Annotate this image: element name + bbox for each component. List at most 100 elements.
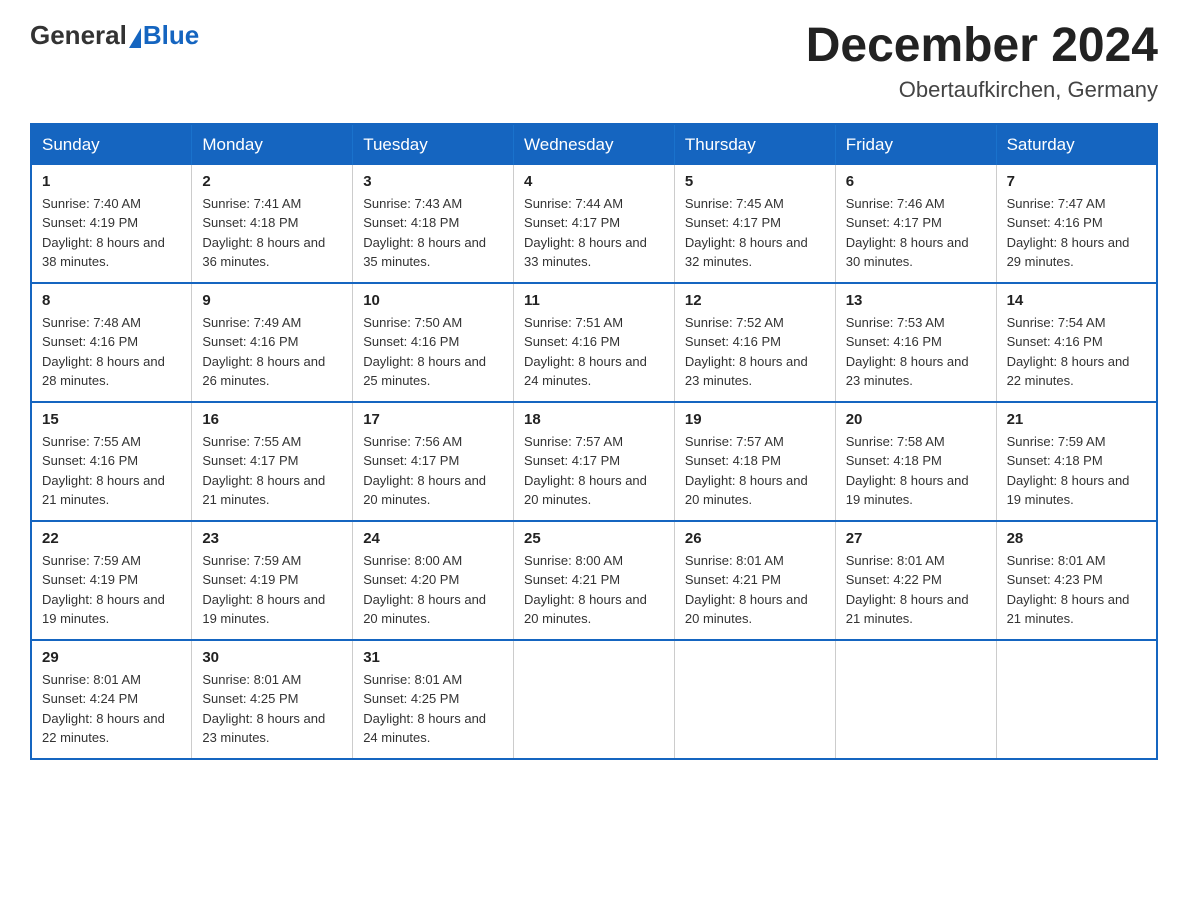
column-header-friday: Friday bbox=[835, 124, 996, 165]
day-info: Sunrise: 7:51 AMSunset: 4:16 PMDaylight:… bbox=[524, 313, 664, 391]
day-info: Sunrise: 7:59 AMSunset: 4:19 PMDaylight:… bbox=[42, 551, 181, 629]
calendar-week-row: 1 Sunrise: 7:40 AMSunset: 4:19 PMDaylight… bbox=[31, 165, 1157, 283]
day-number: 8 bbox=[42, 292, 181, 309]
day-info: Sunrise: 7:59 AMSunset: 4:18 PMDaylight:… bbox=[1007, 432, 1146, 510]
day-info: Sunrise: 7:58 AMSunset: 4:18 PMDaylight:… bbox=[846, 432, 986, 510]
calendar-day-cell: 4 Sunrise: 7:44 AMSunset: 4:17 PMDaylight… bbox=[514, 165, 675, 283]
column-header-thursday: Thursday bbox=[674, 124, 835, 165]
day-info: Sunrise: 7:55 AMSunset: 4:17 PMDaylight:… bbox=[202, 432, 342, 510]
calendar-day-cell: 23 Sunrise: 7:59 AMSunset: 4:19 PMDayligh… bbox=[192, 521, 353, 640]
logo-general-text: General bbox=[30, 20, 127, 51]
calendar-day-cell: 25 Sunrise: 8:00 AMSunset: 4:21 PMDayligh… bbox=[514, 521, 675, 640]
calendar-day-cell: 3 Sunrise: 7:43 AMSunset: 4:18 PMDaylight… bbox=[353, 165, 514, 283]
day-info: Sunrise: 7:55 AMSunset: 4:16 PMDaylight:… bbox=[42, 432, 181, 510]
day-info: Sunrise: 8:00 AMSunset: 4:21 PMDaylight:… bbox=[524, 551, 664, 629]
calendar-table: SundayMondayTuesdayWednesdayThursdayFrid… bbox=[30, 123, 1158, 760]
logo: General Blue bbox=[30, 20, 199, 51]
day-info: Sunrise: 7:53 AMSunset: 4:16 PMDaylight:… bbox=[846, 313, 986, 391]
calendar-day-cell: 11 Sunrise: 7:51 AMSunset: 4:16 PMDayligh… bbox=[514, 283, 675, 402]
day-number: 27 bbox=[846, 530, 986, 547]
day-info: Sunrise: 8:01 AMSunset: 4:25 PMDaylight:… bbox=[202, 670, 342, 748]
day-info: Sunrise: 7:59 AMSunset: 4:19 PMDaylight:… bbox=[202, 551, 342, 629]
day-info: Sunrise: 7:46 AMSunset: 4:17 PMDaylight:… bbox=[846, 194, 986, 272]
month-title: December 2024 bbox=[806, 20, 1158, 73]
day-number: 9 bbox=[202, 292, 342, 309]
day-info: Sunrise: 8:01 AMSunset: 4:25 PMDaylight:… bbox=[363, 670, 503, 748]
day-number: 16 bbox=[202, 411, 342, 428]
day-number: 17 bbox=[363, 411, 503, 428]
calendar-day-cell: 16 Sunrise: 7:55 AMSunset: 4:17 PMDayligh… bbox=[192, 402, 353, 521]
calendar-header-row: SundayMondayTuesdayWednesdayThursdayFrid… bbox=[31, 124, 1157, 165]
calendar-day-cell: 14 Sunrise: 7:54 AMSunset: 4:16 PMDayligh… bbox=[996, 283, 1157, 402]
day-number: 31 bbox=[363, 649, 503, 666]
day-number: 13 bbox=[846, 292, 986, 309]
calendar-day-cell: 31 Sunrise: 8:01 AMSunset: 4:25 PMDayligh… bbox=[353, 640, 514, 759]
day-info: Sunrise: 7:43 AMSunset: 4:18 PMDaylight:… bbox=[363, 194, 503, 272]
calendar-day-cell: 10Sunrise: 7:50 AMSunset: 4:16 PMDayligh… bbox=[353, 283, 514, 402]
day-info: Sunrise: 7:40 AMSunset: 4:19 PMDaylight:… bbox=[42, 194, 181, 272]
day-number: 25 bbox=[524, 530, 664, 547]
day-number: 26 bbox=[685, 530, 825, 547]
day-number: 10 bbox=[363, 292, 503, 309]
calendar-day-cell: 26 Sunrise: 8:01 AMSunset: 4:21 PMDayligh… bbox=[674, 521, 835, 640]
day-number: 28 bbox=[1007, 530, 1146, 547]
day-number: 11 bbox=[524, 292, 664, 309]
day-info: Sunrise: 7:49 AMSunset: 4:16 PMDaylight:… bbox=[202, 313, 342, 391]
calendar-week-row: 29 Sunrise: 8:01 AMSunset: 4:24 PMDayligh… bbox=[31, 640, 1157, 759]
day-number: 2 bbox=[202, 173, 342, 190]
day-info: Sunrise: 7:57 AMSunset: 4:18 PMDaylight:… bbox=[685, 432, 825, 510]
calendar-day-cell: 29 Sunrise: 8:01 AMSunset: 4:24 PMDayligh… bbox=[31, 640, 192, 759]
day-number: 4 bbox=[524, 173, 664, 190]
calendar-day-cell bbox=[674, 640, 835, 759]
day-number: 18 bbox=[524, 411, 664, 428]
logo-triangle-icon bbox=[129, 28, 141, 48]
day-number: 6 bbox=[846, 173, 986, 190]
calendar-day-cell: 20 Sunrise: 7:58 AMSunset: 4:18 PMDayligh… bbox=[835, 402, 996, 521]
day-number: 21 bbox=[1007, 411, 1146, 428]
location-title: Obertaufkirchen, Germany bbox=[806, 77, 1158, 103]
calendar-day-cell: 15 Sunrise: 7:55 AMSunset: 4:16 PMDayligh… bbox=[31, 402, 192, 521]
column-header-saturday: Saturday bbox=[996, 124, 1157, 165]
day-number: 23 bbox=[202, 530, 342, 547]
day-info: Sunrise: 8:01 AMSunset: 4:24 PMDaylight:… bbox=[42, 670, 181, 748]
day-number: 30 bbox=[202, 649, 342, 666]
day-number: 7 bbox=[1007, 173, 1146, 190]
calendar-day-cell: 24Sunrise: 8:00 AMSunset: 4:20 PMDayligh… bbox=[353, 521, 514, 640]
day-number: 22 bbox=[42, 530, 181, 547]
day-info: Sunrise: 7:54 AMSunset: 4:16 PMDaylight:… bbox=[1007, 313, 1146, 391]
day-info: Sunrise: 7:41 AMSunset: 4:18 PMDaylight:… bbox=[202, 194, 342, 272]
page-header: General Blue December 2024 Obertaufkirch… bbox=[30, 20, 1158, 103]
title-area: December 2024 Obertaufkirchen, Germany bbox=[806, 20, 1158, 103]
calendar-day-cell: 18Sunrise: 7:57 AMSunset: 4:17 PMDayligh… bbox=[514, 402, 675, 521]
calendar-day-cell: 27Sunrise: 8:01 AMSunset: 4:22 PMDayligh… bbox=[835, 521, 996, 640]
calendar-day-cell: 12 Sunrise: 7:52 AMSunset: 4:16 PMDayligh… bbox=[674, 283, 835, 402]
day-number: 29 bbox=[42, 649, 181, 666]
calendar-day-cell: 6 Sunrise: 7:46 AMSunset: 4:17 PMDaylight… bbox=[835, 165, 996, 283]
calendar-day-cell: 2 Sunrise: 7:41 AMSunset: 4:18 PMDaylight… bbox=[192, 165, 353, 283]
day-number: 1 bbox=[42, 173, 181, 190]
day-info: Sunrise: 7:56 AMSunset: 4:17 PMDaylight:… bbox=[363, 432, 503, 510]
calendar-day-cell bbox=[996, 640, 1157, 759]
logo-blue-text: Blue bbox=[143, 20, 199, 51]
column-header-monday: Monday bbox=[192, 124, 353, 165]
calendar-day-cell: 13 Sunrise: 7:53 AMSunset: 4:16 PMDayligh… bbox=[835, 283, 996, 402]
calendar-day-cell: 22 Sunrise: 7:59 AMSunset: 4:19 PMDayligh… bbox=[31, 521, 192, 640]
column-header-wednesday: Wednesday bbox=[514, 124, 675, 165]
day-info: Sunrise: 8:01 AMSunset: 4:23 PMDaylight:… bbox=[1007, 551, 1146, 629]
day-info: Sunrise: 7:52 AMSunset: 4:16 PMDaylight:… bbox=[685, 313, 825, 391]
calendar-week-row: 22 Sunrise: 7:59 AMSunset: 4:19 PMDayligh… bbox=[31, 521, 1157, 640]
day-info: Sunrise: 8:01 AMSunset: 4:21 PMDaylight:… bbox=[685, 551, 825, 629]
calendar-day-cell bbox=[514, 640, 675, 759]
calendar-week-row: 15 Sunrise: 7:55 AMSunset: 4:16 PMDayligh… bbox=[31, 402, 1157, 521]
calendar-week-row: 8Sunrise: 7:48 AMSunset: 4:16 PMDaylight… bbox=[31, 283, 1157, 402]
day-number: 15 bbox=[42, 411, 181, 428]
column-header-tuesday: Tuesday bbox=[353, 124, 514, 165]
column-header-sunday: Sunday bbox=[31, 124, 192, 165]
calendar-day-cell: 7Sunrise: 7:47 AMSunset: 4:16 PMDaylight… bbox=[996, 165, 1157, 283]
day-number: 14 bbox=[1007, 292, 1146, 309]
day-number: 20 bbox=[846, 411, 986, 428]
calendar-day-cell: 28 Sunrise: 8:01 AMSunset: 4:23 PMDayligh… bbox=[996, 521, 1157, 640]
day-number: 12 bbox=[685, 292, 825, 309]
day-number: 3 bbox=[363, 173, 503, 190]
day-info: Sunrise: 7:44 AMSunset: 4:17 PMDaylight:… bbox=[524, 194, 664, 272]
